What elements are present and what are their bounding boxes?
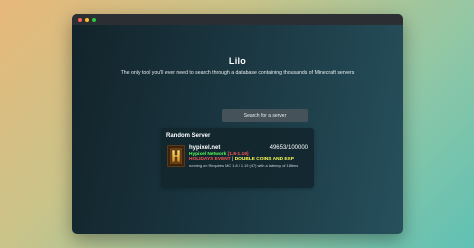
maximize-window-button[interactable]	[92, 17, 96, 22]
player-count: 49653/100000	[269, 145, 308, 151]
server-address: hypixel.net	[189, 145, 221, 151]
random-server-heading: Random Server	[166, 133, 211, 139]
motd-event: HOLIDAYS EVENT	[189, 157, 231, 162]
minimize-window-button[interactable]	[85, 17, 89, 22]
app-window: Lilo The only tool you'll ever need to s…	[72, 14, 403, 234]
hero-section: Lilo The only tool you'll ever need to s…	[72, 56, 403, 76]
motd-promo: DOUBLE COINS AND EXP	[234, 157, 294, 162]
close-window-button[interactable]	[78, 17, 82, 22]
search-server-button[interactable]: Search for a server	[222, 109, 308, 122]
hypixel-logo-icon	[167, 145, 185, 167]
server-info: hypixel.net 49653/100000 Hypixel Network…	[189, 145, 308, 168]
page-tagline: The only tool you'll ever need to search…	[120, 70, 355, 76]
server-status: running on Requires MC 1.8 / 1.19 (47) w…	[189, 163, 299, 168]
random-server-card[interactable]: Random Server hypixel.net 49653/100000 H…	[161, 128, 314, 188]
motd-separator: |	[232, 157, 234, 162]
server-motd-line-2: HOLIDAYS EVENT | DOUBLE COINS AND EXP	[189, 157, 308, 162]
title-bar	[72, 14, 403, 25]
page-title: Lilo	[228, 56, 247, 66]
